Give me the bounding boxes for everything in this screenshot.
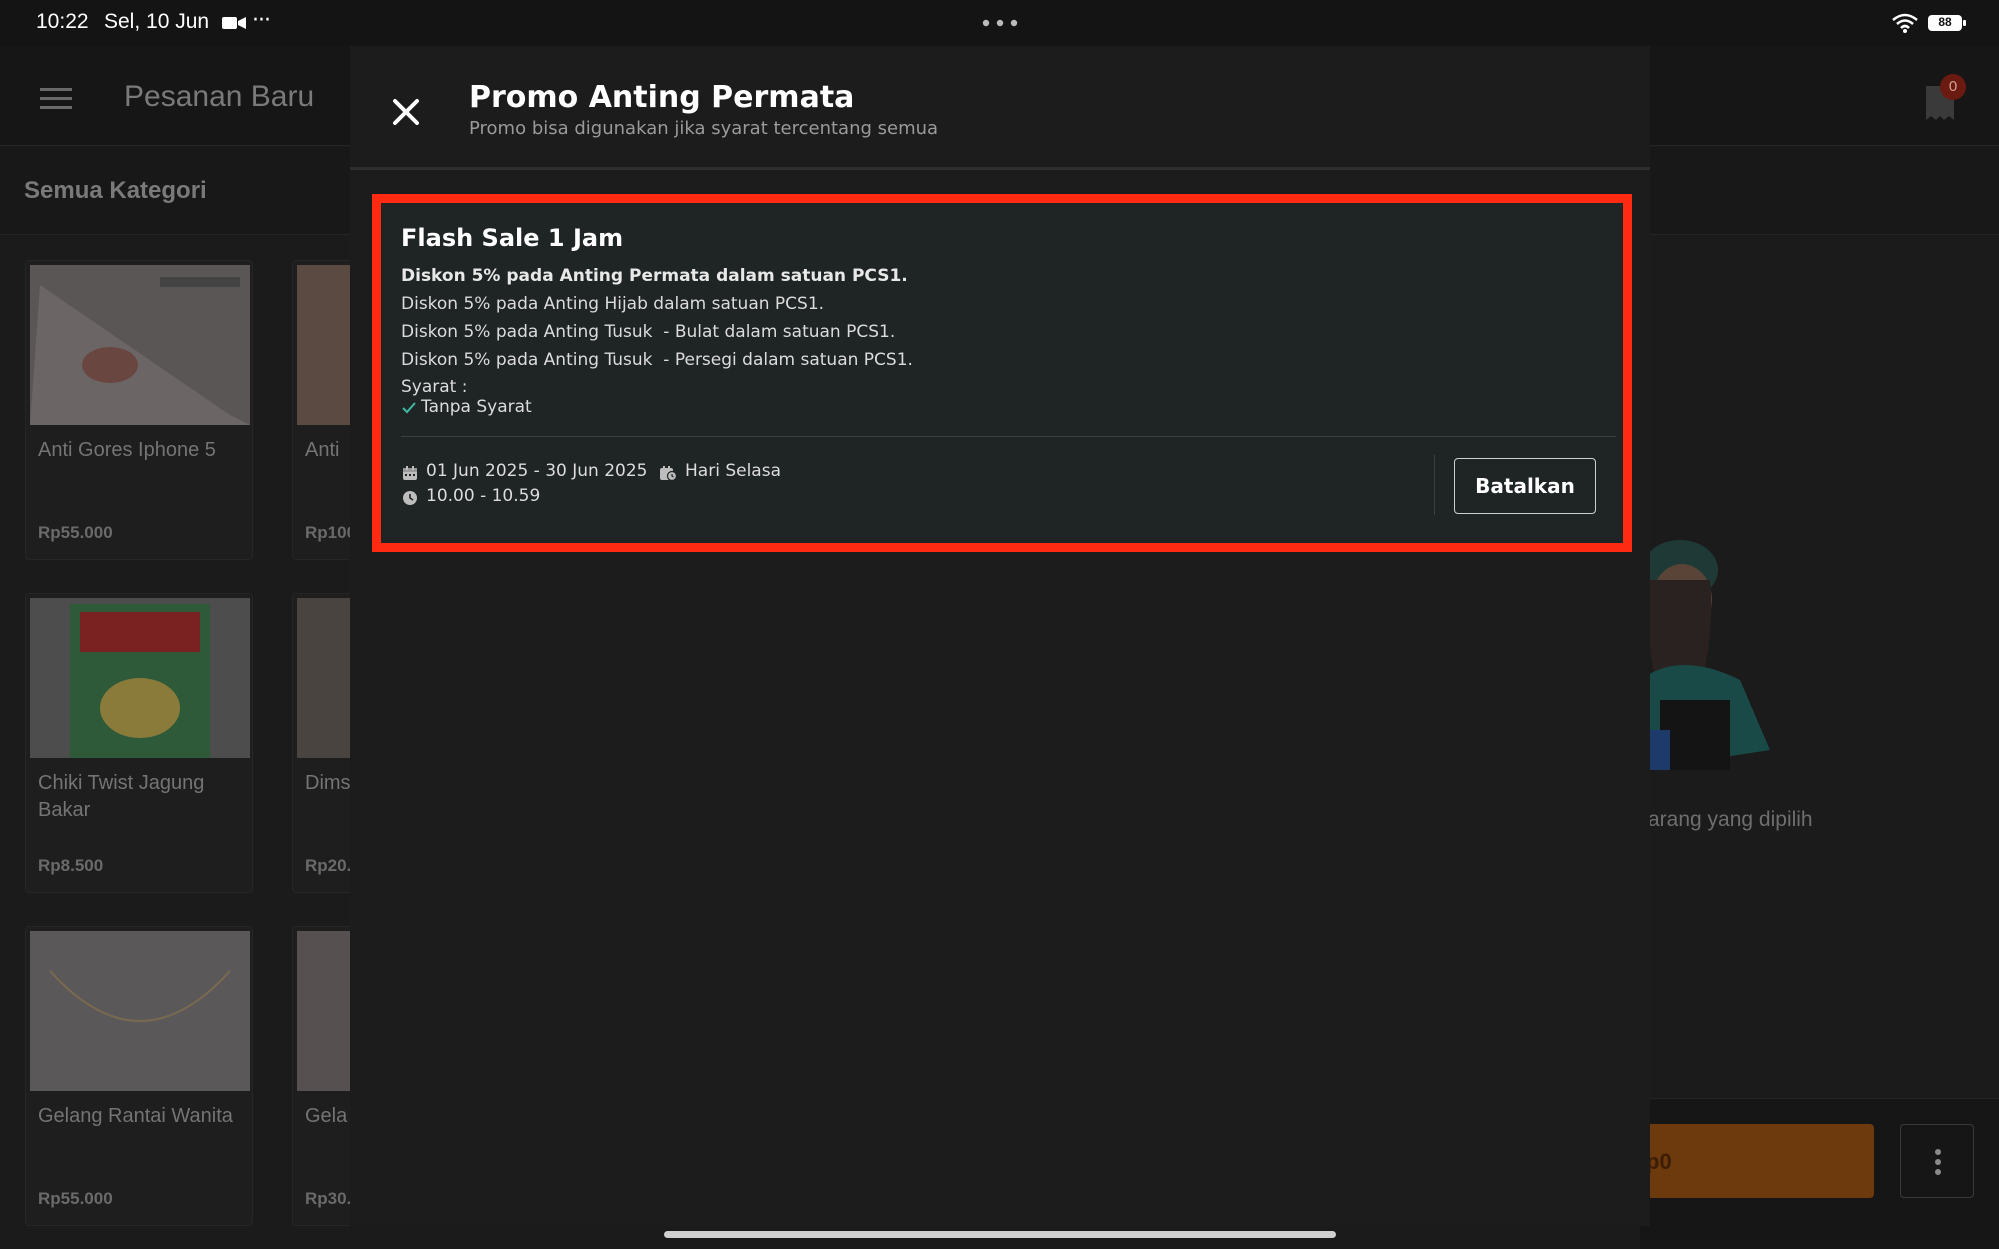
- clock-icon: [403, 491, 417, 505]
- status-time: 10:22: [36, 10, 89, 33]
- modal-header: Promo Anting Permata Promo bisa digunaka…: [350, 46, 1650, 170]
- calendar-clock-icon: [660, 466, 677, 481]
- requirements-label: Syarat :: [401, 377, 468, 397]
- empty-cart-text: arang yang dipilih: [1648, 808, 1813, 831]
- modal-subtitle: Promo bisa digunakan jika syarat tercent…: [469, 118, 939, 139]
- promo-day: Hari Selasa: [685, 461, 781, 481]
- product-image: [30, 598, 250, 758]
- product-card[interactable]: Anti Gores Iphone 5 Rp55.000: [25, 260, 253, 560]
- product-price: Rp55.000: [38, 523, 113, 542]
- multitask-dots-icon[interactable]: [982, 19, 1018, 27]
- calendar-icon: [403, 466, 417, 480]
- promo-discount-line: Diskon 5% pada Anting Tusuk - Persegi da…: [401, 350, 913, 370]
- modal-title: Promo Anting Permata: [469, 80, 855, 115]
- promo-time-range: 10.00 - 10.59: [426, 486, 541, 506]
- more-vertical-icon: [1935, 1149, 1941, 1175]
- category-tab-all[interactable]: Semua Kategori: [24, 177, 207, 205]
- vertical-divider: [1434, 455, 1435, 515]
- product-name: Gelang Rantai Wanita: [38, 1105, 233, 1127]
- pay-button[interactable]: [1640, 1124, 1874, 1198]
- product-price: Rp8.500: [38, 856, 104, 875]
- product-price: Rp20.: [305, 856, 352, 875]
- wifi-icon: [1892, 13, 1918, 33]
- product-price: Rp30.: [305, 1189, 352, 1208]
- status-bar: 10:22 Sel, 10 Jun ··· 88: [0, 0, 1999, 46]
- promo-modal: Promo Anting Permata Promo bisa digunaka…: [350, 46, 1650, 1226]
- promo-discount-line: Diskon 5% pada Anting Tusuk - Bulat dala…: [401, 322, 896, 342]
- cashier-illustration: [1640, 540, 1770, 770]
- divider: [401, 436, 1616, 437]
- product-image: [30, 931, 250, 1091]
- cart-count-badge: 0: [1940, 74, 1966, 100]
- close-icon[interactable]: [390, 96, 422, 128]
- status-more-icon: ···: [252, 8, 271, 33]
- requirement-item: Tanpa Syarat: [421, 397, 532, 417]
- home-indicator[interactable]: [664, 1231, 1336, 1238]
- status-date: Sel, 10 Jun: [104, 10, 210, 33]
- product-price: Rp55.000: [38, 1189, 113, 1208]
- product-image: [30, 265, 250, 425]
- promo-discount-line: Diskon 5% pada Anting Hijab dalam satuan…: [401, 294, 825, 314]
- more-options-button[interactable]: [1900, 1124, 1974, 1198]
- product-name: Chiki Twist Jagung Bakar: [38, 772, 205, 821]
- page-title: Pesanan Baru: [124, 80, 315, 113]
- battery-level: 88: [1938, 15, 1952, 29]
- hamburger-menu-icon[interactable]: [40, 86, 72, 110]
- video-camera-icon: [222, 17, 246, 29]
- product-card[interactable]: Chiki Twist Jagung Bakar Rp8.500: [25, 593, 253, 893]
- promo-name: Flash Sale 1 Jam: [401, 224, 624, 252]
- promo-card[interactable]: Flash Sale 1 Jam Diskon 5% pada Anting P…: [372, 194, 1632, 552]
- check-icon: [402, 402, 416, 414]
- product-price: Rp100: [305, 523, 357, 542]
- promo-date-range: 01 Jun 2025 - 30 Jun 2025: [426, 461, 648, 481]
- cancel-button[interactable]: Batalkan: [1454, 458, 1596, 514]
- promo-discount-line: Diskon 5% pada Anting Permata dalam satu…: [401, 266, 908, 286]
- product-name: Anti Gores Iphone 5: [38, 439, 216, 461]
- product-card[interactable]: Gelang Rantai Wanita Rp55.000: [25, 926, 253, 1226]
